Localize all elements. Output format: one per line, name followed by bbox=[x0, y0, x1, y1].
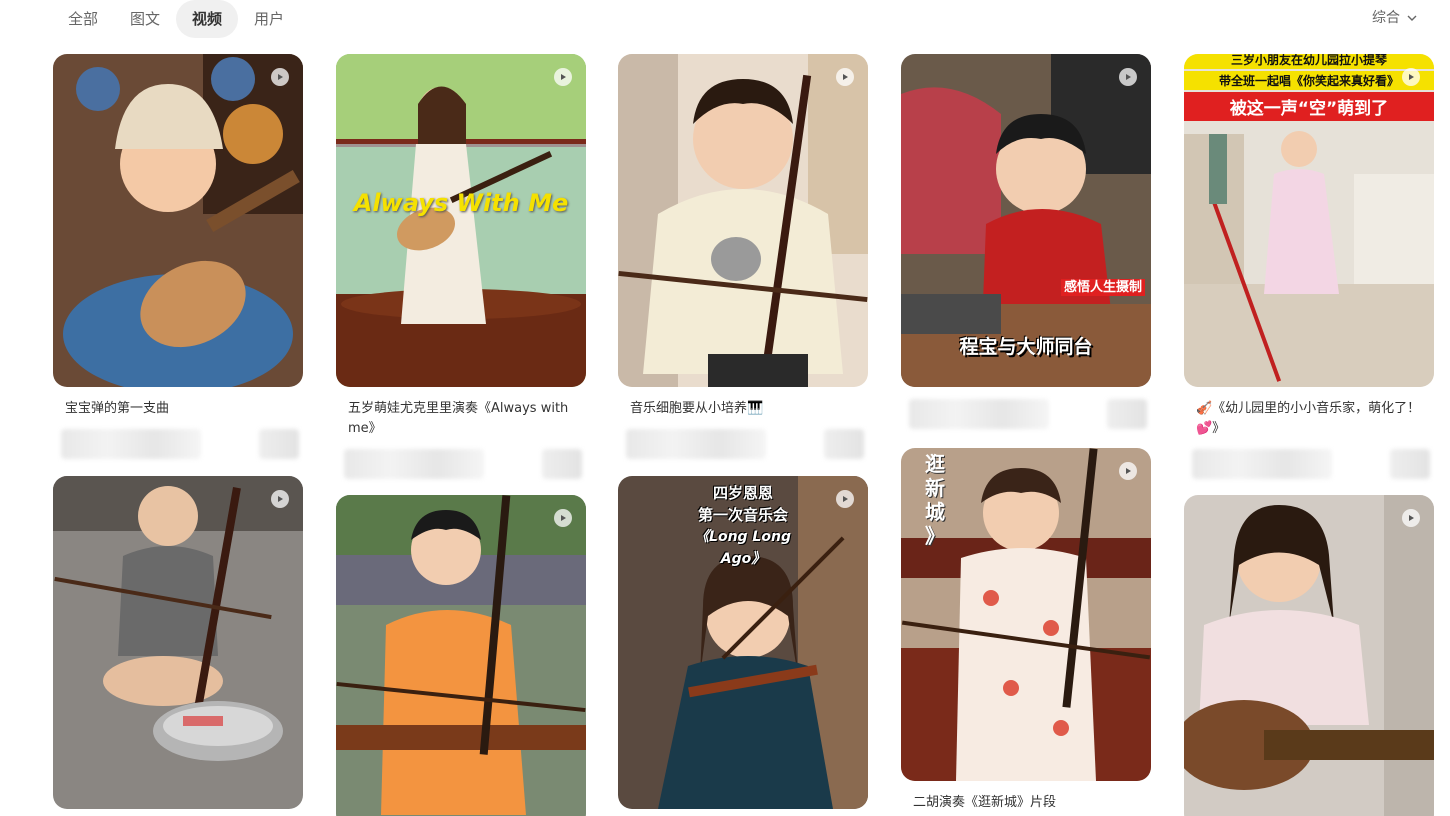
thumbnail-image bbox=[336, 54, 586, 387]
thumbnail-image bbox=[901, 54, 1151, 387]
sort-label: 综合 bbox=[1372, 10, 1400, 26]
video-thumbnail[interactable] bbox=[618, 54, 868, 387]
video-title[interactable]: 宝宝弹的第一支曲 bbox=[53, 399, 303, 419]
play-icon bbox=[271, 68, 289, 86]
play-icon bbox=[836, 68, 854, 86]
video-thumbnail[interactable] bbox=[336, 495, 586, 816]
video-card[interactable]: 四岁恩恩 第一次音乐会 《Long Long Ago》 bbox=[618, 476, 868, 809]
play-icon bbox=[1119, 462, 1137, 480]
chevron-down-icon bbox=[1407, 15, 1417, 21]
video-thumbnail[interactable]: 逛 新 城 》 bbox=[901, 448, 1151, 781]
play-icon bbox=[1119, 68, 1137, 86]
play-icon bbox=[1402, 68, 1420, 86]
video-card[interactable]: 宝宝弹的第一支曲 bbox=[53, 54, 303, 459]
video-thumbnail[interactable] bbox=[1184, 495, 1434, 816]
video-card[interactable] bbox=[53, 476, 303, 809]
video-thumbnail[interactable]: 感悟人生摄制 程宝与大师同台 bbox=[901, 54, 1151, 387]
video-card[interactable] bbox=[1184, 495, 1434, 816]
video-overlay-caption: 逛 新 城 》 bbox=[925, 452, 945, 548]
thumbnail-image bbox=[1184, 54, 1434, 387]
play-icon bbox=[836, 490, 854, 508]
overlay-char: 逛 bbox=[925, 452, 945, 476]
video-title[interactable]: 二胡演奏《逛新城》片段 bbox=[901, 793, 1151, 813]
author-info bbox=[53, 429, 303, 459]
video-card[interactable]: 三岁小朋友在幼儿园拉小提琴 带全班一起唱《你笑起来真好看》 被这一声“空”萌到了… bbox=[1184, 54, 1434, 479]
video-thumbnail[interactable]: 三岁小朋友在幼儿园拉小提琴 带全班一起唱《你笑起来真好看》 被这一声“空”萌到了 bbox=[1184, 54, 1434, 387]
tab-video[interactable]: 视频 bbox=[176, 0, 239, 38]
video-thumbnail[interactable] bbox=[53, 54, 303, 387]
thumbnail-image bbox=[53, 476, 303, 809]
tab-users[interactable]: 用户 bbox=[238, 0, 300, 38]
thumbnail-image bbox=[1184, 495, 1434, 816]
play-icon bbox=[554, 509, 572, 527]
video-card[interactable]: 音乐细胞要从小培养🎹 bbox=[618, 54, 868, 459]
play-icon bbox=[271, 490, 289, 508]
sort-dropdown[interactable]: 综合 bbox=[1372, 0, 1418, 36]
video-card[interactable] bbox=[336, 495, 586, 816]
author-info bbox=[618, 429, 868, 459]
video-thumbnail[interactable]: 四岁恩恩 第一次音乐会 《Long Long Ago》 bbox=[618, 476, 868, 809]
author-info bbox=[1184, 449, 1434, 479]
thumbnail-image bbox=[336, 495, 586, 816]
tab-image-text[interactable]: 图文 bbox=[114, 0, 176, 38]
thumbnail-image bbox=[618, 476, 868, 809]
overlay-char: 》 bbox=[925, 524, 945, 548]
video-title[interactable]: 音乐细胞要从小培养🎹 bbox=[618, 399, 868, 419]
author-info bbox=[901, 399, 1151, 429]
video-card[interactable]: 逛 新 城 》 二胡演奏《逛新城》片段 bbox=[901, 448, 1151, 813]
play-icon bbox=[1402, 509, 1420, 527]
video-thumbnail[interactable] bbox=[53, 476, 303, 809]
thumbnail-image bbox=[618, 54, 868, 387]
overlay-char: 城 bbox=[925, 500, 945, 524]
overlay-char: 新 bbox=[925, 476, 945, 500]
video-thumbnail[interactable]: Always With Me bbox=[336, 54, 586, 387]
video-card[interactable]: 感悟人生摄制 程宝与大师同台 bbox=[901, 54, 1151, 429]
play-icon bbox=[554, 68, 572, 86]
author-info bbox=[336, 449, 586, 479]
video-title[interactable]: 五岁萌娃尤克里里演奏《Always with me》 bbox=[336, 399, 586, 439]
thumbnail-image bbox=[53, 54, 303, 387]
video-card[interactable]: Always With Me 五岁萌娃尤克里里演奏《Always with me… bbox=[336, 54, 586, 479]
tab-all[interactable]: 全部 bbox=[52, 0, 114, 38]
filter-tabs: 全部 图文 视频 用户 bbox=[52, 0, 300, 38]
video-title[interactable]: 🎻《幼儿园里的小小音乐家，萌化了！💕》 bbox=[1184, 399, 1434, 439]
